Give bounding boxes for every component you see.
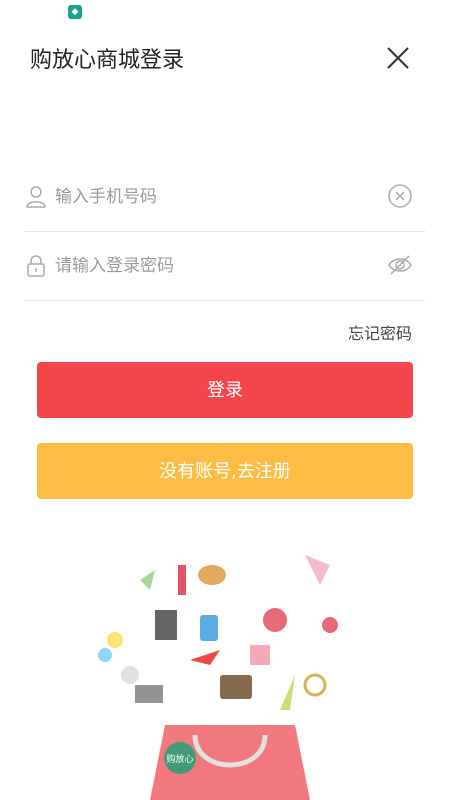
header: 购放心商城登录: [0, 30, 450, 86]
shield-app-icon: ◆: [68, 5, 82, 19]
bag-logo-text: 购放心: [166, 753, 193, 765]
phone-input[interactable]: [53, 181, 387, 213]
status-bar: ◆: [0, 0, 450, 24]
close-button[interactable]: [380, 40, 416, 76]
clear-circle-icon[interactable]: [387, 183, 413, 209]
password-input[interactable]: [53, 250, 387, 282]
lock-icon: [27, 255, 45, 277]
eye-hidden-icon[interactable]: [387, 252, 413, 278]
user-icon: [26, 186, 46, 208]
password-field: [25, 232, 425, 301]
forgot-password-link[interactable]: 忘记密码: [348, 320, 412, 344]
phone-field: [25, 163, 425, 232]
close-icon: [387, 47, 409, 69]
register-button[interactable]: 没有账号,去注册: [37, 443, 413, 499]
shopping-bag-illustration: 购放心: [98, 555, 338, 800]
page-title: 购放心商城登录: [30, 48, 185, 73]
login-button[interactable]: 登录: [37, 362, 413, 418]
